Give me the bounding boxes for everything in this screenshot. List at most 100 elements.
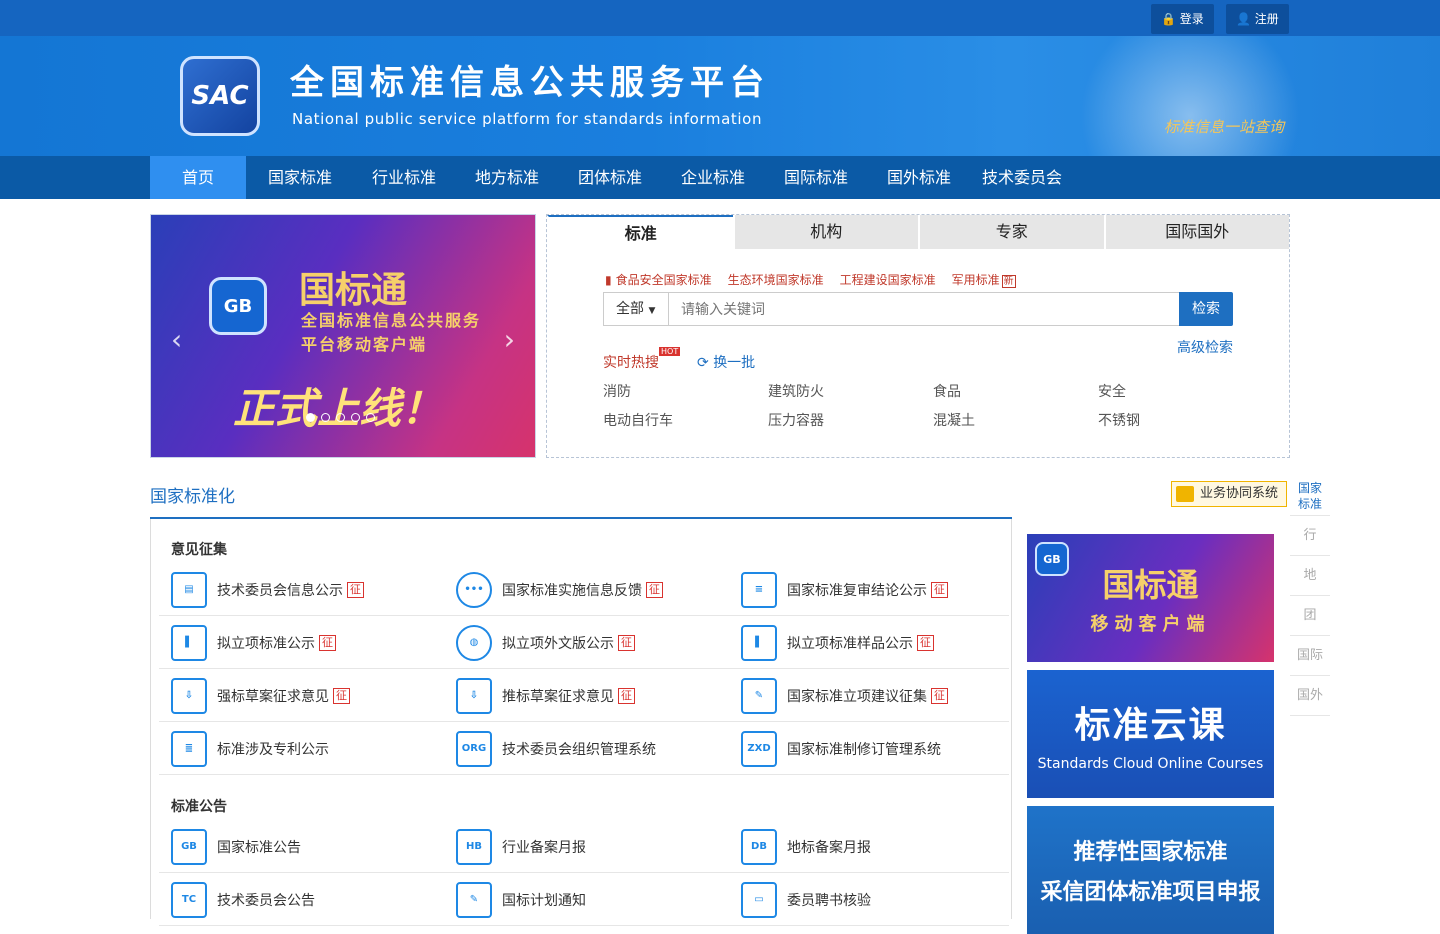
hot-term[interactable]: 安全 xyxy=(1098,381,1233,401)
promo-title: 标准云课 xyxy=(1074,705,1227,746)
promo-gbt-app[interactable]: GB 国标通 移动客户端 xyxy=(1027,534,1274,662)
banner-line3: 平台移动客户端 xyxy=(301,335,428,354)
banner-line2: 全国标准信息公共服务 xyxy=(301,311,482,330)
table-row: ▌ 拟立项标准公示征 ◍ 拟立项外文版公示征 ▌ 拟立项标准样品公示征 xyxy=(159,616,1009,669)
gb-app-icon: GB xyxy=(1035,542,1069,576)
main-nav: 首页 国家标准 行业标准 地方标准 团体标准 企业标准 国际标准 国外标准 技术… xyxy=(0,156,1440,199)
book-icon: ▌ xyxy=(171,624,207,661)
section-title: 国家标准化 xyxy=(150,487,235,507)
hot-term[interactable]: 建筑防火 xyxy=(768,381,933,401)
nav-foreign-standards[interactable]: 国外标准 xyxy=(871,156,967,199)
tab-organizations[interactable]: 机构 xyxy=(732,215,918,249)
tab-international[interactable]: 国际国外 xyxy=(1103,215,1289,249)
login-button[interactable]: 🔒 登录 xyxy=(1151,4,1214,34)
hot-term[interactable]: 压力容器 xyxy=(768,410,933,430)
search-button[interactable]: 检索 xyxy=(1179,292,1233,326)
solicit-badge: 征 xyxy=(347,581,364,598)
chevron-left-icon[interactable]: ‹ xyxy=(171,323,182,356)
side-nav-foreign[interactable]: 国外 xyxy=(1290,676,1330,716)
list-item[interactable]: ⇩ 强标草案征求意见征 xyxy=(171,669,350,722)
nav-group-standards[interactable]: 团体标准 xyxy=(562,156,658,199)
refresh-hot-button[interactable]: ⟳ 换一批 xyxy=(697,352,755,372)
list-item[interactable]: ◍ 拟立项外文版公示征 xyxy=(456,616,635,669)
list-item[interactable]: GB 国家标准公告 xyxy=(171,820,301,873)
list-item[interactable]: ORG 技术委员会组织管理系统 xyxy=(456,722,656,775)
carousel-dot[interactable] xyxy=(336,413,345,422)
nav-home[interactable]: 首页 xyxy=(150,156,246,199)
item-label: 强标草案征求意见 xyxy=(217,688,329,705)
gb-doc-icon: GB xyxy=(171,828,207,865)
patent-icon: ≣ xyxy=(171,730,207,767)
sac-logo[interactable]: SAC xyxy=(180,56,260,136)
hot-term[interactable]: 食品 xyxy=(933,381,1098,401)
hot-term[interactable]: 不锈钢 xyxy=(1098,410,1233,430)
banner-line4: 正式上线！ xyxy=(233,384,444,433)
solicit-badge: 征 xyxy=(931,687,948,704)
promo-group-standards[interactable]: 推荐性国家标准 采信团体标准项目申报 xyxy=(1027,806,1274,934)
hot-term[interactable]: 混凝土 xyxy=(933,410,1098,430)
item-label: 技术委员会组织管理系统 xyxy=(502,741,656,758)
list-item[interactable]: ⇩ 推标草案征求意见征 xyxy=(456,669,635,722)
side-nav-national[interactable]: 国家 标准 xyxy=(1290,476,1330,516)
hot-badge: HOT xyxy=(659,347,681,356)
tab-experts[interactable]: 专家 xyxy=(918,215,1104,249)
list-item[interactable]: ••• 国家标准实施信息反馈征 xyxy=(456,563,663,616)
nav-local-standards[interactable]: 地方标准 xyxy=(459,156,555,199)
list-item[interactable]: ZXD 国家标准制修订管理系统 xyxy=(741,722,941,775)
banner-carousel[interactable]: GB 国标通 全国标准信息公共服务 平台移动客户端 正式上线！ ‹ › xyxy=(150,214,536,458)
quick-link-military[interactable]: 军用标准新 xyxy=(952,271,1016,288)
list-item[interactable]: ▌ 拟立项标准样品公示征 xyxy=(741,616,934,669)
nav-enterprise-standards[interactable]: 企业标准 xyxy=(665,156,761,199)
side-nav-international[interactable]: 国际 xyxy=(1290,636,1330,676)
carousel-dot[interactable] xyxy=(306,413,315,422)
chevron-right-icon[interactable]: › xyxy=(504,323,515,356)
nav-international-standards[interactable]: 国际标准 xyxy=(768,156,864,199)
register-button[interactable]: 👤 注册 xyxy=(1226,4,1289,34)
side-nav-industry[interactable]: 行 xyxy=(1290,516,1330,556)
carousel-dot[interactable] xyxy=(321,413,330,422)
list-item[interactable]: ▤ 技术委员会信息公示征 xyxy=(171,563,364,616)
list-item[interactable]: ▌ 拟立项标准公示征 xyxy=(171,616,336,669)
carousel-dots xyxy=(306,413,375,422)
list-item[interactable]: HB 行业备案月报 xyxy=(456,820,586,873)
side-nav-local[interactable]: 地 xyxy=(1290,556,1330,596)
hot-term[interactable]: 电动自行车 xyxy=(603,410,768,430)
nav-national-standards[interactable]: 国家标准 xyxy=(252,156,348,199)
list-item[interactable]: DB 地标备案月报 xyxy=(741,820,871,873)
item-label: 拟立项外文版公示 xyxy=(502,635,614,652)
search-input[interactable] xyxy=(668,292,1180,326)
tab-standards[interactable]: 标准 xyxy=(547,215,733,249)
side-nav-group[interactable]: 团 xyxy=(1290,596,1330,636)
advanced-search-link[interactable]: 高级检索 xyxy=(1177,337,1233,357)
download-icon: ⇩ xyxy=(171,677,207,714)
nav-industry-standards[interactable]: 行业标准 xyxy=(356,156,452,199)
globe-decoration xyxy=(1080,36,1300,156)
quick-link-food-safety[interactable]: 食品安全国家标准 xyxy=(616,271,712,288)
list-item[interactable]: ✎ 国家标准立项建议征集征 xyxy=(741,669,948,722)
solicit-badge: 征 xyxy=(917,634,934,651)
hot-term[interactable]: 消防 xyxy=(603,381,768,401)
document-edit-icon: ≡ xyxy=(741,571,777,608)
carousel-dot[interactable] xyxy=(351,413,360,422)
search-scope-select[interactable]: 全部 ▼ xyxy=(603,292,669,326)
business-collab-button[interactable]: 业务协同系统 xyxy=(1171,481,1287,507)
list-item[interactable]: ≡ 国家标准复审结论公示征 xyxy=(741,563,948,616)
carousel-dot[interactable] xyxy=(366,413,375,422)
lock-icon: 🔒 xyxy=(1161,12,1176,26)
hot-terms: 消防 建筑防火 食品 安全 电动自行车 压力容器 混凝土 不锈钢 xyxy=(603,381,1233,430)
promo-cloud-courses[interactable]: 标准云课 Standards Cloud Online Courses xyxy=(1027,670,1274,798)
item-label: 国家标准制修订管理系统 xyxy=(787,741,941,758)
list-item[interactable]: ≣ 标准涉及专利公示 xyxy=(171,722,329,775)
opinion-heading: 意见征集 xyxy=(171,542,227,558)
quick-link-environment[interactable]: 生态环境国家标准 xyxy=(728,271,824,288)
site-slogan: 标准信息一站查询 xyxy=(1163,118,1284,136)
search-tabs: 标准 机构 专家 国际国外 xyxy=(547,215,1289,249)
quick-link-construction[interactable]: 工程建设国家标准 xyxy=(840,271,936,288)
nav-technical-committee[interactable]: 技术委员会 xyxy=(972,156,1072,199)
item-label: 拟立项标准样品公示 xyxy=(787,635,913,652)
bookmark-icon: ▮ xyxy=(605,272,612,287)
register-label: 注册 xyxy=(1254,12,1279,26)
user-icon: 👤 xyxy=(1236,12,1251,26)
refresh-icon: ⟳ xyxy=(697,355,709,371)
table-row: ▤ 技术委员会信息公示征 ••• 国家标准实施信息反馈征 ≡ 国家标准复审结论公示征 xyxy=(159,563,1009,616)
